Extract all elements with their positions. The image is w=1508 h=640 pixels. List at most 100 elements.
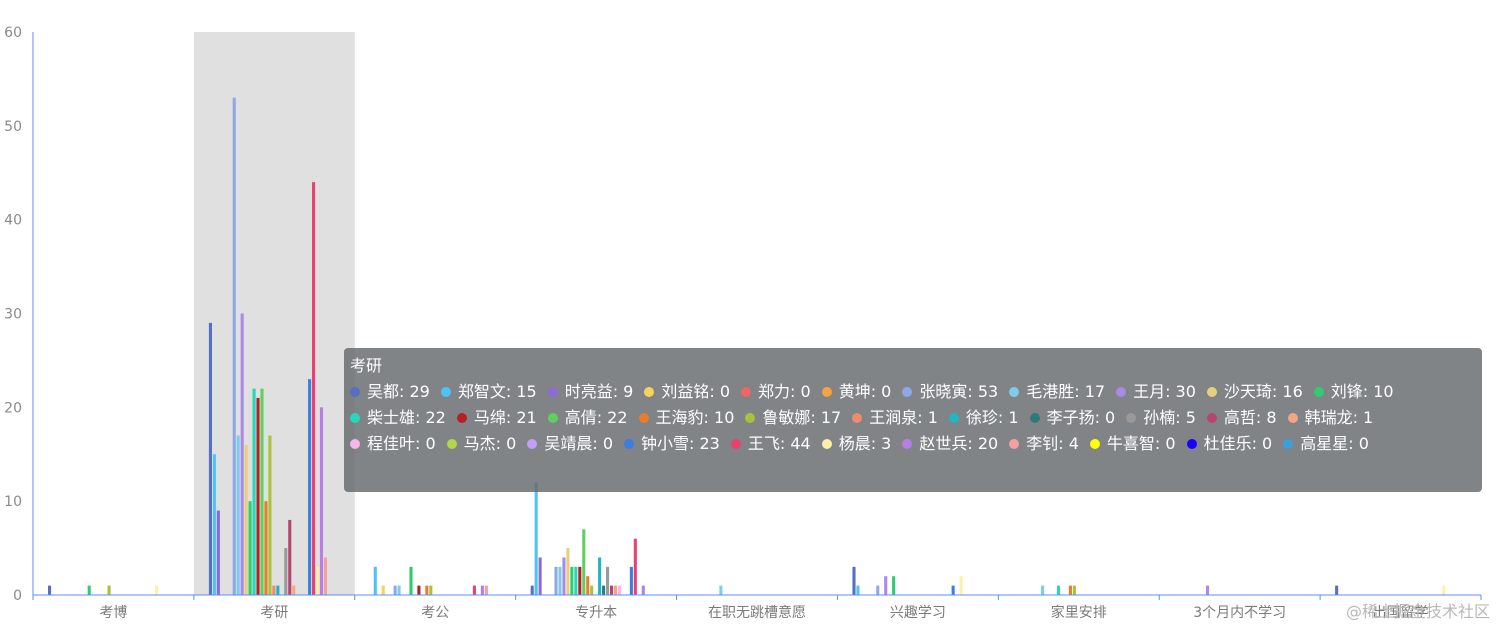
bar[interactable]: [582, 529, 586, 595]
bar[interactable]: [613, 585, 618, 595]
bar[interactable]: [629, 566, 633, 595]
bar[interactable]: [319, 407, 324, 595]
bar[interactable]: [538, 557, 542, 595]
bar[interactable]: [566, 548, 570, 595]
bar[interactable]: [1068, 585, 1072, 595]
bar[interactable]: [260, 388, 264, 595]
tooltip-item: 毛港胜: 17: [1009, 379, 1105, 405]
bar[interactable]: [609, 585, 614, 595]
bar[interactable]: [284, 548, 288, 595]
tooltip-item: 李子扬: 0: [1029, 405, 1115, 431]
bar[interactable]: [288, 519, 292, 595]
bar[interactable]: [240, 313, 244, 596]
bar[interactable]: [617, 585, 622, 595]
tooltip-item-label: 杨晨: 3: [838, 434, 892, 453]
tooltip-item: 高星星: 0: [1283, 431, 1369, 457]
tooltip-item: 王月: 30: [1116, 379, 1196, 405]
bar[interactable]: [852, 566, 856, 595]
bar[interactable]: [315, 566, 320, 595]
bar[interactable]: [212, 454, 216, 595]
tooltip-item-label: 沙天琦: 16: [1223, 382, 1303, 401]
bar[interactable]: [248, 501, 252, 595]
bar[interactable]: [312, 182, 316, 595]
bar[interactable]: [323, 557, 327, 595]
bar[interactable]: [268, 435, 272, 595]
bar[interactable]: [633, 538, 637, 595]
bar[interactable]: [472, 585, 476, 595]
legend-dot: [1287, 413, 1298, 423]
bar[interactable]: [530, 585, 534, 595]
legend-dot: [350, 413, 360, 423]
tooltip-title: 考研: [350, 356, 383, 375]
bar[interactable]: [1205, 585, 1210, 595]
bar[interactable]: [480, 585, 484, 595]
bar[interactable]: [574, 566, 578, 595]
bar[interactable]: [208, 322, 212, 595]
bar[interactable]: [216, 510, 220, 595]
bar[interactable]: [397, 585, 401, 595]
bar[interactable]: [856, 585, 860, 595]
bar[interactable]: [586, 576, 590, 595]
y-tick-label: 40: [4, 213, 22, 229]
bar[interactable]: [393, 585, 397, 595]
bar[interactable]: [1041, 585, 1045, 595]
bar[interactable]: [1072, 585, 1076, 595]
bar[interactable]: [558, 566, 562, 595]
bar[interactable]: [48, 585, 52, 595]
bar[interactable]: [417, 585, 421, 595]
bar[interactable]: [719, 585, 723, 595]
bar[interactable]: [1335, 585, 1339, 595]
bar[interactable]: [641, 585, 645, 595]
legend-dot: [547, 387, 558, 397]
bar[interactable]: [598, 557, 602, 595]
bar[interactable]: [252, 388, 256, 595]
bar[interactable]: [236, 435, 240, 595]
tooltip-item: 高哲: 8: [1206, 405, 1277, 431]
legend-dot: [527, 439, 538, 449]
bar[interactable]: [959, 576, 963, 595]
bar[interactable]: [87, 585, 91, 595]
bar[interactable]: [107, 585, 111, 595]
bar[interactable]: [484, 585, 488, 595]
bar[interactable]: [562, 557, 566, 595]
bar[interactable]: [602, 585, 606, 595]
bar[interactable]: [951, 585, 955, 595]
bar[interactable]: [425, 585, 429, 595]
bar[interactable]: [264, 501, 268, 595]
y-tick-label: 60: [4, 25, 22, 41]
bar[interactable]: [554, 566, 558, 595]
bar[interactable]: [155, 585, 159, 595]
x-tick-label: 专升本: [575, 605, 617, 621]
bar[interactable]: [892, 576, 896, 595]
legend-dot: [1283, 439, 1294, 449]
bar[interactable]: [292, 585, 296, 595]
legend-dot: [624, 439, 635, 449]
bar[interactable]: [409, 566, 413, 595]
tooltip-item-label: 赵世兵: 20: [919, 434, 999, 453]
bar[interactable]: [534, 482, 538, 595]
bar[interactable]: [276, 585, 280, 595]
bar[interactable]: [876, 585, 880, 595]
bar[interactable]: [884, 576, 888, 595]
legend-dot: [1116, 387, 1127, 397]
bar[interactable]: [1442, 585, 1446, 595]
bar[interactable]: [308, 379, 312, 595]
bar[interactable]: [429, 585, 433, 595]
legend-dot: [350, 439, 360, 449]
bar[interactable]: [1056, 585, 1061, 595]
legend-dot: [821, 387, 832, 397]
tooltip-item: 马绵: 21: [456, 405, 537, 431]
bar[interactable]: [381, 585, 385, 595]
bar[interactable]: [272, 585, 276, 595]
bar[interactable]: [256, 397, 260, 595]
bar[interactable]: [373, 566, 377, 595]
bar[interactable]: [606, 566, 610, 595]
tooltip-item: 刘益铭: 0: [644, 379, 730, 405]
legend-dot: [1029, 413, 1040, 423]
bar[interactable]: [578, 566, 582, 595]
bar[interactable]: [244, 444, 248, 595]
bar[interactable]: [590, 585, 594, 595]
y-tick-label: 0: [13, 588, 22, 604]
bar[interactable]: [570, 566, 574, 595]
bar[interactable]: [232, 97, 236, 596]
